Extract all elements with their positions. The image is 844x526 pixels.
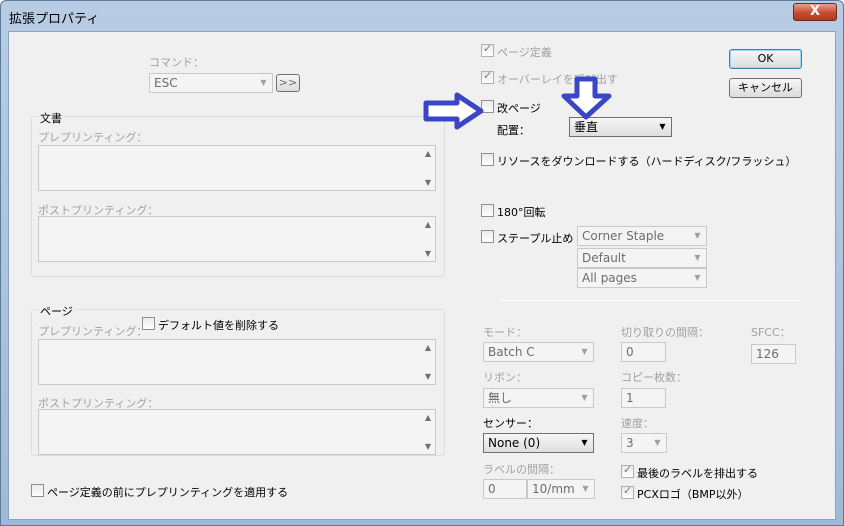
command-more-button[interactable]: >>	[276, 74, 300, 92]
command-select[interactable]: ESC ▼	[149, 73, 273, 93]
page-preprint-textarea[interactable]: ▲ ▼	[38, 339, 436, 385]
arrow-right-icon	[423, 92, 484, 130]
placement-value: 垂直	[574, 120, 599, 134]
page-break-label: 改ページ	[497, 102, 541, 115]
page-postprint-textarea[interactable]: ▲ ▼	[38, 409, 436, 455]
chevron-down-icon: ▼	[581, 438, 588, 447]
scrollbar[interactable]: ▲ ▼	[421, 410, 435, 454]
chevron-down-icon: ▼	[654, 438, 661, 447]
staple-pages-value: All pages	[582, 271, 637, 285]
cancel-button[interactable]: キャンセル	[729, 78, 802, 98]
copies-label: コピー枚数：	[621, 371, 687, 384]
chevron-down-icon: ▼	[260, 78, 267, 87]
document-group-title: 文書	[38, 110, 64, 126]
download-resources-label: リソースをダウンロードする（ハードディスク/フラッシュ）	[497, 155, 797, 168]
document-preprint-label: プレプリンティング：	[38, 131, 148, 144]
speed-select[interactable]: 3 ▼	[621, 433, 667, 453]
speed-label: 速度：	[621, 417, 654, 430]
call-overlay-checkbox[interactable]	[481, 69, 494, 84]
pcx-logo-checkbox[interactable]	[621, 484, 634, 499]
ok-button[interactable]: OK	[729, 49, 802, 69]
label-gap-input[interactable]: 0	[483, 479, 527, 499]
cut-interval-label: 切り取りの間隔：	[621, 326, 709, 339]
scroll-up-icon[interactable]: ▲	[421, 343, 435, 352]
close-button[interactable]: X	[793, 3, 837, 21]
scroll-up-icon[interactable]: ▲	[421, 413, 435, 422]
page-preprint-label: プレプリンティング：	[38, 325, 148, 338]
document-preprint-textarea[interactable]: ▲ ▼	[38, 145, 436, 191]
apply-preprint-checkbox[interactable]	[31, 484, 44, 497]
page-definition-label: ページ定義	[497, 46, 552, 59]
pcx-logo-label: PCXロゴ（BMP以外）	[637, 488, 749, 501]
cut-interval-input[interactable]: 0	[621, 342, 666, 362]
chevron-down-icon: ▼	[581, 393, 588, 402]
rotate-label: 180°回転	[497, 206, 546, 219]
scroll-down-icon[interactable]: ▼	[421, 442, 435, 451]
chevron-down-icon: ▼	[694, 273, 701, 282]
delete-default-label: デフォルト値を削除する	[158, 319, 279, 332]
arrow-down-icon	[561, 76, 612, 120]
label-gap-unit-select[interactable]: 10/mm ▼	[527, 479, 595, 499]
command-label: コマンド：	[149, 56, 204, 69]
staple-position-select[interactable]: Corner Staple ▼	[577, 226, 707, 246]
staple-checkbox[interactable]	[481, 230, 494, 243]
command-value: ESC	[154, 76, 178, 90]
chevron-down-icon: ▼	[694, 231, 701, 240]
staple-pages-select[interactable]: All pages ▼	[577, 268, 707, 288]
scroll-down-icon[interactable]: ▼	[421, 178, 435, 187]
rotate-checkbox[interactable]	[481, 204, 494, 217]
eject-last-checkbox[interactable]	[621, 463, 634, 478]
apply-preprint-label: ページ定義の前にプレプリンティングを適用する	[47, 486, 289, 499]
sensor-label: センサー：	[483, 417, 538, 430]
chevron-down-icon: ▼	[581, 347, 588, 356]
ribbon-select[interactable]: 無し ▼	[483, 388, 594, 408]
dialog-window: 拡張プロパティ X コマンド： ESC ▼ >> 文書 プレプリンティング： ▲…	[0, 0, 844, 526]
ribbon-value: 無し	[488, 391, 513, 405]
staple-label: ステープル止め	[497, 232, 574, 245]
scrollbar[interactable]: ▲ ▼	[421, 146, 435, 190]
speed-value: 3	[626, 436, 634, 450]
scroll-down-icon[interactable]: ▼	[421, 249, 435, 258]
scrollbar[interactable]: ▲ ▼	[421, 340, 435, 384]
placement-select[interactable]: 垂直 ▼	[569, 117, 672, 137]
sfcc-label: SFCC：	[751, 326, 791, 339]
chevron-down-icon: ▼	[582, 484, 589, 493]
title-bar: 拡張プロパティ X	[1, 1, 843, 31]
dialog-client-area: コマンド： ESC ▼ >> 文書 プレプリンティング： ▲ ▼ ポストプリンテ…	[8, 31, 836, 520]
staple-type-value: Default	[582, 251, 626, 265]
scroll-up-icon[interactable]: ▲	[421, 149, 435, 158]
placement-label: 配置：	[497, 124, 530, 137]
chevron-down-icon: ▼	[694, 253, 701, 262]
staple-type-select[interactable]: Default ▼	[577, 248, 707, 268]
page-group-title: ページ	[38, 303, 75, 319]
mode-label: モード：	[483, 326, 527, 339]
download-resources-checkbox[interactable]	[481, 153, 494, 166]
chevron-down-icon: ▼	[659, 122, 666, 131]
scrollbar[interactable]: ▲ ▼	[421, 217, 435, 261]
window-title: 拡張プロパティ	[9, 12, 100, 27]
separator	[499, 300, 799, 301]
mode-value: Batch C	[488, 345, 535, 359]
scroll-up-icon[interactable]: ▲	[421, 220, 435, 229]
label-gap-label: ラベルの間隔：	[483, 463, 560, 476]
sensor-select[interactable]: None (0) ▼	[483, 433, 594, 453]
eject-last-label: 最後のラベルを排出する	[637, 467, 758, 480]
sensor-value: None (0)	[488, 436, 541, 450]
sfcc-input[interactable]: 126	[751, 344, 796, 364]
mode-select[interactable]: Batch C ▼	[483, 342, 594, 362]
document-postprint-textarea[interactable]: ▲ ▼	[38, 216, 436, 262]
page-definition-checkbox[interactable]	[481, 42, 494, 57]
scroll-down-icon[interactable]: ▼	[421, 372, 435, 381]
ribbon-label: リボン：	[483, 371, 527, 384]
staple-position-value: Corner Staple	[582, 229, 665, 243]
label-gap-unit-value: 10/mm	[532, 482, 575, 496]
copies-input[interactable]: 1	[621, 388, 666, 408]
